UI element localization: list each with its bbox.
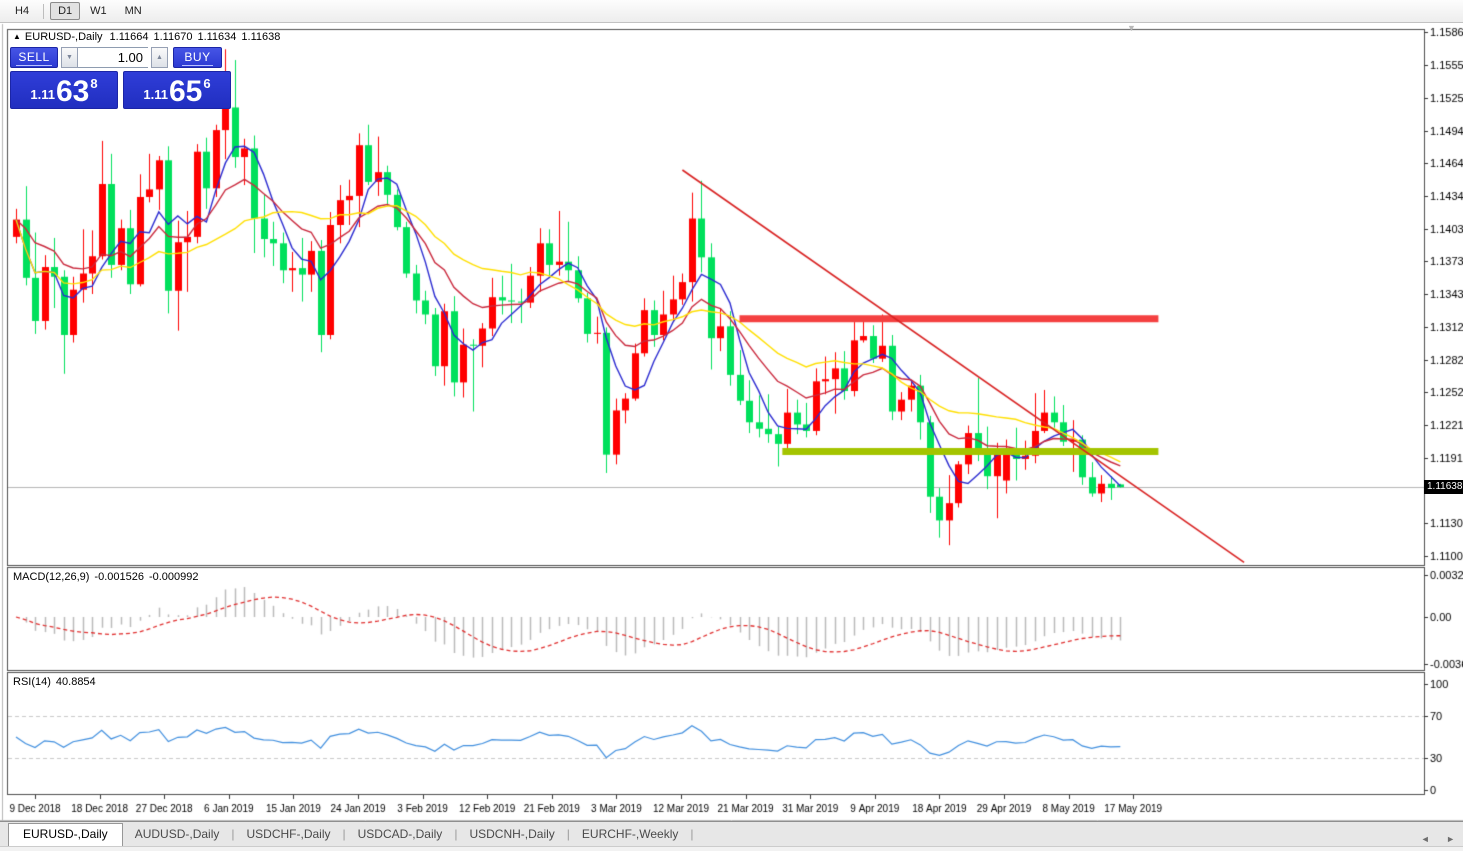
rsi-indicator-label: RSI(14) 40.8854: [13, 676, 101, 688]
timeframe-button-d1[interactable]: D1: [50, 2, 81, 20]
volume-input[interactable]: 1.00: [78, 47, 148, 68]
sell-button[interactable]: SELL: [10, 47, 58, 68]
buy-button[interactable]: BUY: [173, 47, 222, 68]
macd-signal-value: -0.000992: [148, 571, 199, 583]
tab-divider: |: [690, 827, 694, 841]
sell-price-pipette: 8: [90, 76, 98, 91]
rsi-value: 40.8854: [55, 676, 96, 688]
close-value: 1.11638: [241, 31, 281, 43]
rsi-name: RSI(14): [13, 676, 51, 688]
chart-canvas[interactable]: [0, 0, 1463, 850]
macd-value: -0.001526: [94, 571, 144, 583]
buy-price-box[interactable]: 1.11 65 6: [123, 71, 231, 109]
buy-button-label: BUY: [182, 49, 213, 66]
tabs-scroll-right-icon[interactable]: ►: [1446, 834, 1455, 844]
chart-header: ▲ EURUSD-,Daily 1.11664 1.11670 1.11634 1.116…: [13, 31, 285, 43]
volume-decrease-button[interactable]: ▼: [61, 47, 78, 68]
symbol-title: EURUSD-,Daily: [24, 31, 103, 43]
chart-tabs-bar: EURUSD-,Daily AUDUSD-,Daily | USDCHF-,Daily…: [0, 821, 1463, 847]
sell-price-box[interactable]: 1.11 63 8: [10, 71, 118, 109]
tabs-scroll-left-icon[interactable]: ◄: [1421, 834, 1430, 844]
low-value: 1.11634: [197, 31, 237, 43]
collapse-chart-icon[interactable]: ▲: [13, 32, 21, 41]
bid-price-badge: 1.11638: [1424, 480, 1463, 494]
tab-usdchf-daily[interactable]: USDCHF-,Daily: [235, 823, 343, 846]
timeframe-button-h4[interactable]: H4: [7, 2, 37, 20]
chart-shift-marker-icon[interactable]: ▼: [1127, 23, 1136, 33]
buy-price-pipette: 6: [203, 76, 211, 91]
tab-audusd-daily[interactable]: AUDUSD-,Daily: [123, 823, 232, 846]
arrow-down-icon: ▼: [66, 54, 73, 61]
macd-name: MACD(12,26,9): [13, 571, 90, 583]
arrow-up-icon: ▲: [156, 54, 163, 61]
high-value: 1.11670: [153, 31, 193, 43]
tab-usdcnh-daily[interactable]: USDCNH-,Daily: [457, 823, 566, 846]
tab-eurusd-daily[interactable]: EURUSD-,Daily: [8, 823, 123, 847]
buy-price-big: 65: [168, 75, 203, 108]
volume-increase-button[interactable]: ▲: [151, 47, 168, 68]
one-click-trading-panel: SELL ▼ 1.00 ▲ BUY 1.11 63 8 1.11 65 6: [10, 47, 232, 109]
timeframe-button-w1[interactable]: W1: [82, 2, 115, 20]
macd-indicator-label: MACD(12,26,9) -0.001526 -0.000992: [13, 571, 204, 583]
sell-price-big: 63: [55, 75, 90, 108]
sell-button-label: SELL: [16, 49, 52, 66]
tab-usdcad-daily[interactable]: USDCAD-,Daily: [346, 823, 455, 846]
status-strip: [0, 846, 1463, 851]
tab-eurchf-weekly[interactable]: EURCHF-,Weekly: [570, 823, 690, 846]
timeframe-button-mn[interactable]: MN: [117, 2, 150, 20]
toolbar-separator: [43, 3, 45, 19]
open-value: 1.11664: [109, 31, 149, 43]
timeframe-toolbar: H4 D1 W1 MN: [0, 0, 1463, 23]
buy-price-prefix: 1.11: [143, 87, 168, 102]
sell-price-prefix: 1.11: [30, 87, 55, 102]
